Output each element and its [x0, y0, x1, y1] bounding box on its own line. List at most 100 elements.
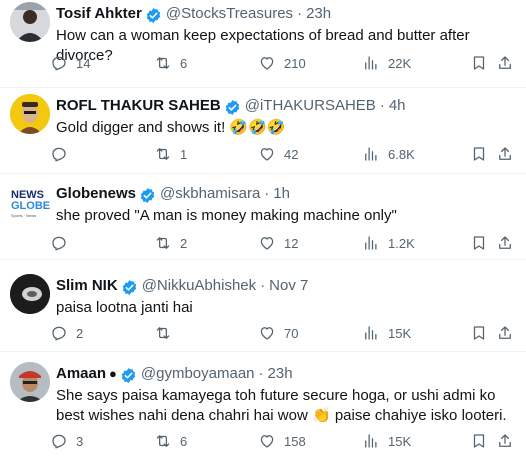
views-button[interactable]: 15K: [362, 430, 411, 452]
like-button[interactable]: 42: [258, 143, 298, 165]
retweet-button[interactable]: 1: [154, 143, 187, 165]
share-button[interactable]: [496, 430, 514, 452]
author-name[interactable]: Globenews: [56, 184, 136, 204]
retweet-icon: [156, 327, 170, 339]
reply-icon: [52, 236, 66, 251]
retweet-count: 2: [180, 235, 188, 251]
author-handle[interactable]: @StocksTreasures: [166, 4, 293, 24]
views-button[interactable]: 22K: [362, 52, 411, 74]
share-button[interactable]: [496, 322, 514, 344]
tweet-text: she proved "A man is money making machin…: [56, 207, 397, 224]
share-icon: [499, 236, 511, 249]
apple-icon: ●: [109, 366, 117, 381]
views-button[interactable]: 6.8K: [362, 143, 415, 165]
reply-button[interactable]: 14: [50, 52, 90, 74]
retweet-count: 6: [180, 433, 188, 449]
retweet-button[interactable]: 2: [154, 232, 187, 254]
like-count: 210: [284, 55, 306, 71]
share-button[interactable]: [496, 143, 514, 165]
view-count: 15K: [388, 325, 412, 341]
author-name[interactable]: Amaan: [56, 364, 106, 384]
like-button[interactable]: 210: [258, 52, 306, 74]
bookmark-icon: [473, 236, 485, 250]
tweet-card[interactable]: Slim NIK @NikkuAbhishek · Nov 7 paisa lo…: [0, 260, 526, 352]
like-count: 42: [284, 146, 299, 162]
bookmark-button[interactable]: [470, 143, 488, 165]
avatar-logo-text: Sports · News: [11, 213, 36, 218]
share-icon: [499, 434, 511, 447]
like-count: 12: [284, 235, 299, 251]
reply-button[interactable]: 3: [50, 430, 83, 452]
author-handle[interactable]: @NikkuAbhishek: [142, 276, 256, 296]
heart-icon: [260, 435, 274, 448]
avatar[interactable]: [10, 2, 50, 42]
separator-dot: ·: [260, 277, 266, 294]
view-count: 15K: [388, 433, 412, 449]
heart-icon: [260, 327, 274, 340]
tweet-card[interactable]: ROFL THAKUR SAHEB @iTHAKURSAHEB · 4h Gol…: [0, 88, 526, 174]
heart-icon: [260, 148, 274, 161]
views-button[interactable]: 15K: [362, 322, 411, 344]
author-name[interactable]: Slim NIK: [56, 276, 118, 296]
analytics-icon: [365, 326, 377, 340]
tweet-text: paisa lootna janti hai: [56, 299, 193, 316]
like-count: 158: [284, 433, 306, 449]
author-handle[interactable]: @gymboyamaan: [141, 364, 255, 384]
avatar[interactable]: [10, 94, 50, 134]
like-button[interactable]: 158: [258, 430, 306, 452]
tweet-card[interactable]: Tosif Ahkter @StocksTreasures · 23h How …: [0, 0, 526, 88]
tweet-text: She says paisa kamayega toh future secur…: [56, 387, 507, 424]
retweet-button[interactable]: 6: [154, 430, 187, 452]
author-name[interactable]: ROFL THAKUR SAHEB: [56, 96, 221, 116]
view-count: 1.2K: [388, 235, 415, 251]
retweet-count: 1: [180, 146, 188, 162]
reply-button[interactable]: 2: [50, 322, 83, 344]
analytics-icon: [365, 434, 377, 448]
avatar-logo-text: GLOBE: [11, 200, 50, 212]
reply-button[interactable]: [50, 143, 76, 165]
timestamp[interactable]: 4h: [389, 96, 406, 116]
views-button[interactable]: 1.2K: [362, 232, 415, 254]
timestamp[interactable]: Nov 7: [269, 276, 308, 296]
retweet-button[interactable]: [154, 322, 180, 344]
avatar[interactable]: [10, 362, 50, 402]
verified-badge-icon: [121, 367, 136, 383]
separator-dot: ·: [264, 185, 270, 202]
like-count: 70: [284, 325, 299, 341]
avatar[interactable]: NEWS GLOBE Sports · News: [10, 182, 50, 222]
verified-badge-icon: [146, 7, 161, 23]
share-button[interactable]: [496, 52, 514, 74]
like-button[interactable]: 12: [258, 232, 298, 254]
bookmark-button[interactable]: [470, 322, 488, 344]
timestamp[interactable]: 23h: [268, 364, 293, 384]
author-handle[interactable]: @skbhamisara: [160, 184, 260, 204]
retweet-icon: [156, 237, 170, 249]
reply-icon: [52, 147, 66, 162]
analytics-icon: [365, 147, 377, 161]
reply-icon: [52, 326, 66, 341]
heart-icon: [260, 57, 274, 70]
reply-button[interactable]: [50, 232, 76, 254]
author-handle[interactable]: @iTHAKURSAHEB: [245, 96, 376, 116]
like-button[interactable]: 70: [258, 322, 298, 344]
retweet-button[interactable]: 6: [154, 52, 187, 74]
retweet-icon: [156, 435, 170, 447]
bookmark-button[interactable]: [470, 232, 488, 254]
share-icon: [499, 56, 511, 69]
reply-count: 2: [76, 325, 84, 341]
verified-badge-icon: [225, 99, 239, 115]
timestamp[interactable]: 1h: [273, 184, 290, 204]
bookmark-button[interactable]: [470, 52, 488, 74]
reply-icon: [52, 56, 66, 71]
author-name[interactable]: Tosif Ahkter: [56, 4, 142, 24]
reply-count: 14: [76, 55, 91, 71]
bookmark-button[interactable]: [470, 430, 488, 452]
share-button[interactable]: [496, 232, 514, 254]
timestamp[interactable]: 23h: [306, 4, 331, 24]
analytics-icon: [365, 56, 377, 70]
verified-badge-icon: [122, 279, 136, 295]
avatar[interactable]: [10, 274, 50, 314]
tweet-card[interactable]: NEWS GLOBE Sports · News Globenews @skbh…: [0, 174, 526, 260]
verified-badge-icon: [140, 187, 155, 203]
tweet-card[interactable]: Amaan ● @gymboyamaan · 23h She says pais…: [0, 352, 526, 462]
